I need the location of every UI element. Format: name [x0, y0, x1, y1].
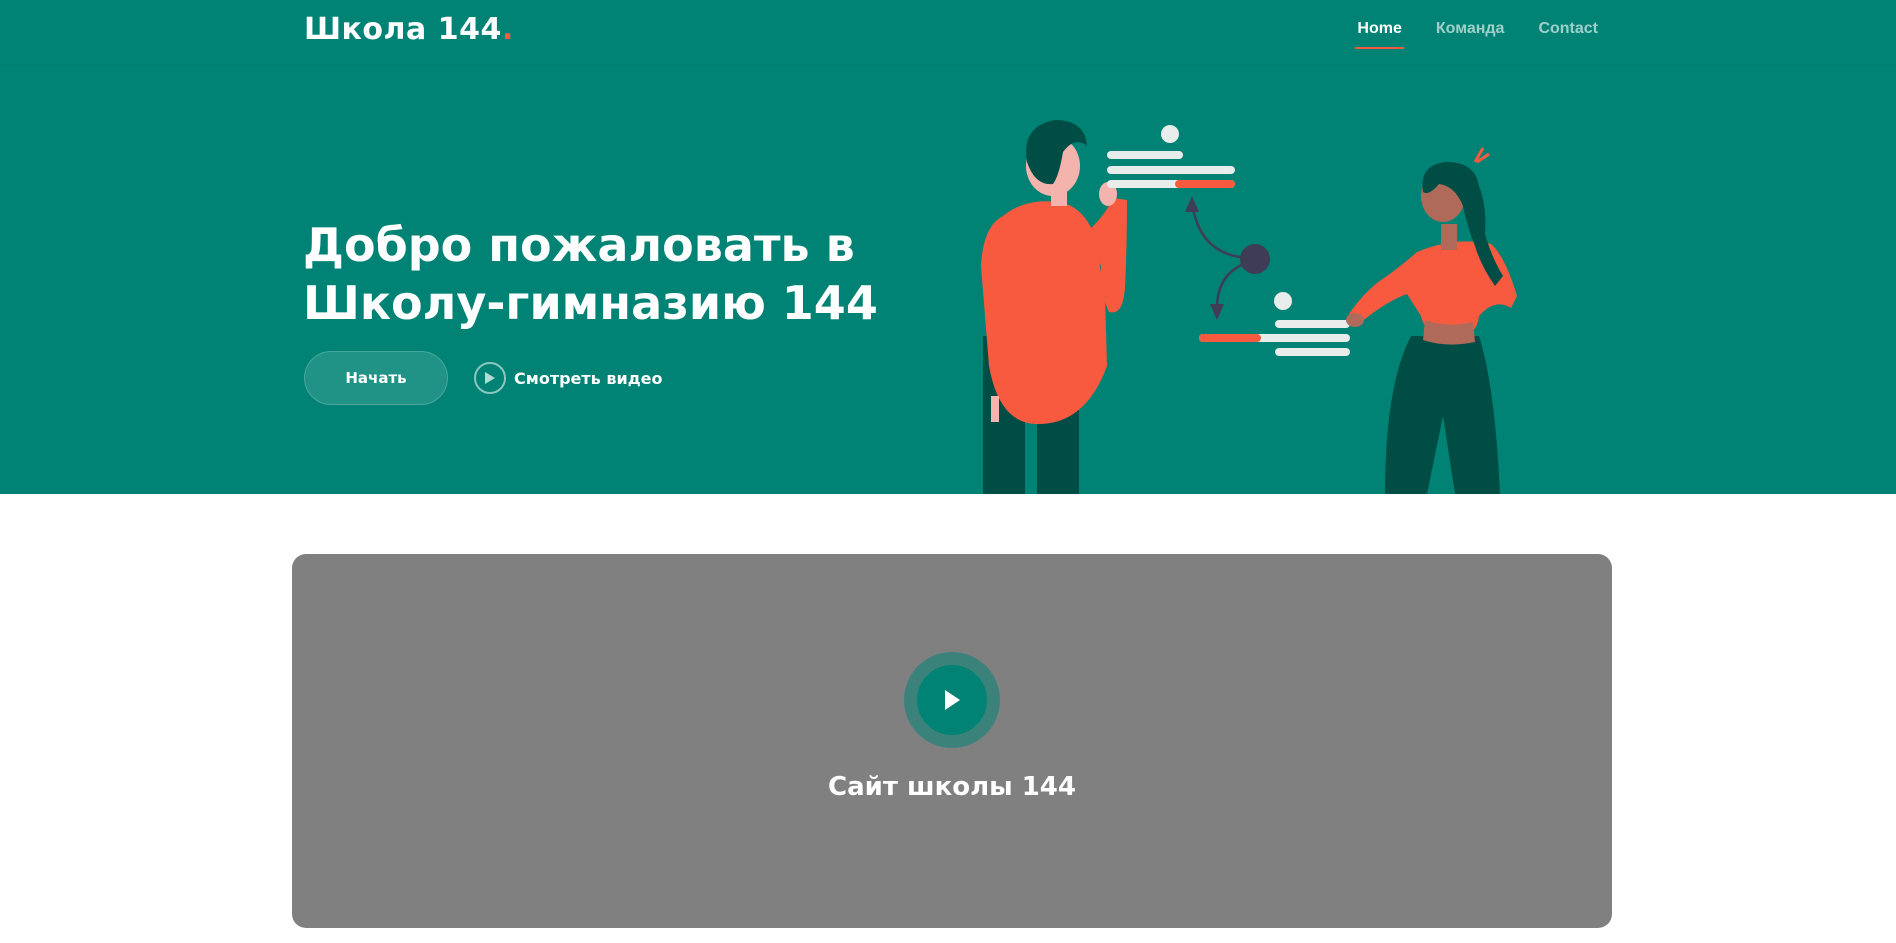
man-figure [981, 120, 1127, 494]
watch-video-link[interactable]: Смотреть видео [474, 362, 662, 394]
play-button-inner [917, 665, 987, 735]
hero-illustration [981, 120, 1517, 494]
play-video-button[interactable] [904, 652, 1000, 748]
hero-title-line-1: Добро пожаловать в [303, 218, 855, 272]
upper-chart-panel [1107, 125, 1235, 188]
hero-section: Добро пожаловать в Школу-гимназию 144 На… [0, 66, 1896, 494]
watch-video-label: Смотреть видео [514, 368, 663, 388]
play-icon [945, 690, 960, 710]
nav-contact[interactable]: Contact [1538, 20, 1598, 48]
logo-text: Школа 144 [304, 12, 502, 47]
video-title: Сайт школы 144 [828, 772, 1076, 802]
nav-team[interactable]: Команда [1436, 20, 1505, 48]
site-logo[interactable]: Школа 144. [304, 12, 514, 47]
hero-title-line-2: Школу-гимназию 144 [303, 276, 878, 330]
woman-figure [1346, 147, 1517, 494]
play-circle-icon [474, 362, 506, 394]
video-card: Сайт школы 144 [292, 554, 1612, 928]
site-header: Школа 144. Home Команда Contact [0, 0, 1896, 66]
lower-chart-panel [1199, 292, 1350, 356]
main-nav: Home Команда Contact [1355, 20, 1598, 49]
hero-title: Добро пожаловать в Школу-гимназию 144 [303, 216, 943, 332]
start-button[interactable]: Начать [304, 351, 448, 405]
nav-home[interactable]: Home [1355, 20, 1405, 49]
logo-dot: . [501, 12, 514, 47]
